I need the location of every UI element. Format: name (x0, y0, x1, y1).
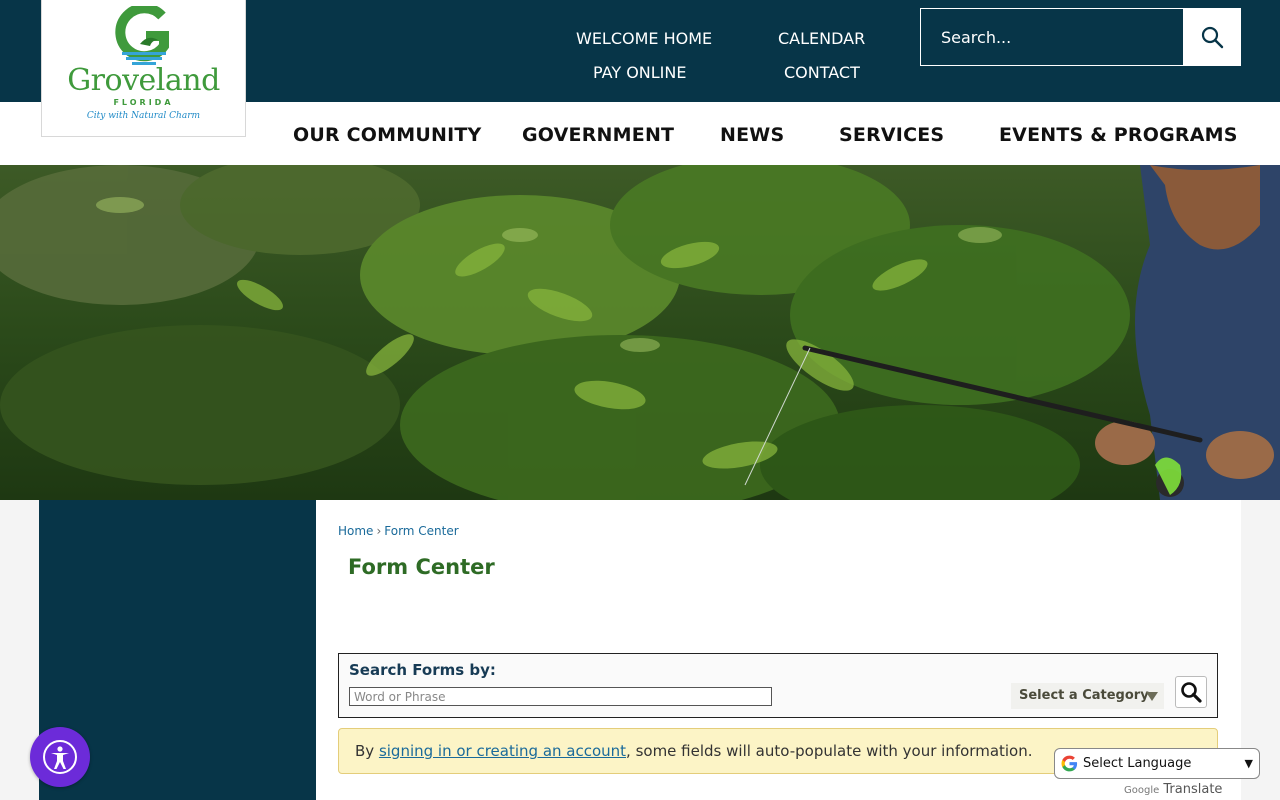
breadcrumb-form-center[interactable]: Form Center (384, 524, 458, 538)
site-search-input[interactable] (921, 9, 1183, 65)
breadcrumb: Home › Form Center (338, 524, 459, 538)
nav-events-programs[interactable]: EVENTS & PROGRAMS (999, 124, 1238, 146)
powered-by-google-translate: Google Translate (1124, 782, 1222, 797)
nav-our-community[interactable]: OUR COMMUNITY (293, 124, 481, 146)
dropdown-arrow-icon (1146, 692, 1158, 701)
search-icon (1181, 682, 1202, 703)
logo-wordmark: Groveland (67, 63, 220, 98)
language-select[interactable]: Select Language ▼ (1054, 748, 1260, 779)
nav-news[interactable]: NEWS (720, 124, 784, 146)
accessibility-button[interactable] (30, 727, 90, 787)
translate-label[interactable]: Translate (1163, 782, 1222, 797)
language-select-label: Select Language (1083, 756, 1192, 771)
accessibility-icon (43, 740, 77, 774)
breadcrumb-separator: › (376, 524, 382, 538)
site-search (920, 8, 1241, 66)
quick-link-contact[interactable]: CONTACT (784, 63, 860, 82)
forms-search-button[interactable] (1175, 676, 1207, 708)
nav-services[interactable]: SERVICES (839, 124, 944, 146)
search-forms-panel: Search Forms by: Select a Category (338, 653, 1218, 718)
groveland-g-logo-icon (114, 6, 169, 65)
google-g-icon (1061, 755, 1078, 772)
site-search-button[interactable] (1183, 9, 1240, 65)
logo-tagline: City with Natural Charm (86, 111, 201, 121)
notice-prefix: By (355, 742, 379, 760)
logo-state: FLORIDA (113, 98, 174, 107)
hero-banner (0, 165, 1280, 500)
notice-suffix: , some fields will auto-populate with yo… (626, 742, 1033, 760)
word-or-phrase-input[interactable] (349, 687, 772, 706)
search-icon (1201, 26, 1223, 49)
chevron-down-icon: ▼ (1244, 757, 1253, 770)
quick-link-welcome-home[interactable]: WELCOME HOME (576, 29, 712, 48)
category-select[interactable]: Select a Category (1011, 683, 1164, 709)
category-select-label: Select a Category (1019, 688, 1149, 703)
search-forms-label: Search Forms by: (349, 661, 496, 679)
groveland-logo[interactable]: Groveland FLORIDA City with Natural Char… (41, 0, 246, 137)
quick-link-pay-online[interactable]: PAY ONLINE (593, 63, 686, 82)
page-title: Form Center (348, 555, 495, 579)
google-wordmark: Google (1124, 785, 1160, 796)
quick-link-calendar[interactable]: CALENDAR (778, 29, 865, 48)
sign-in-link[interactable]: signing in or creating an account (379, 742, 626, 760)
breadcrumb-home[interactable]: Home (338, 524, 373, 538)
nav-government[interactable]: GOVERNMENT (522, 124, 674, 146)
hero-fishing-photo (0, 165, 1280, 500)
